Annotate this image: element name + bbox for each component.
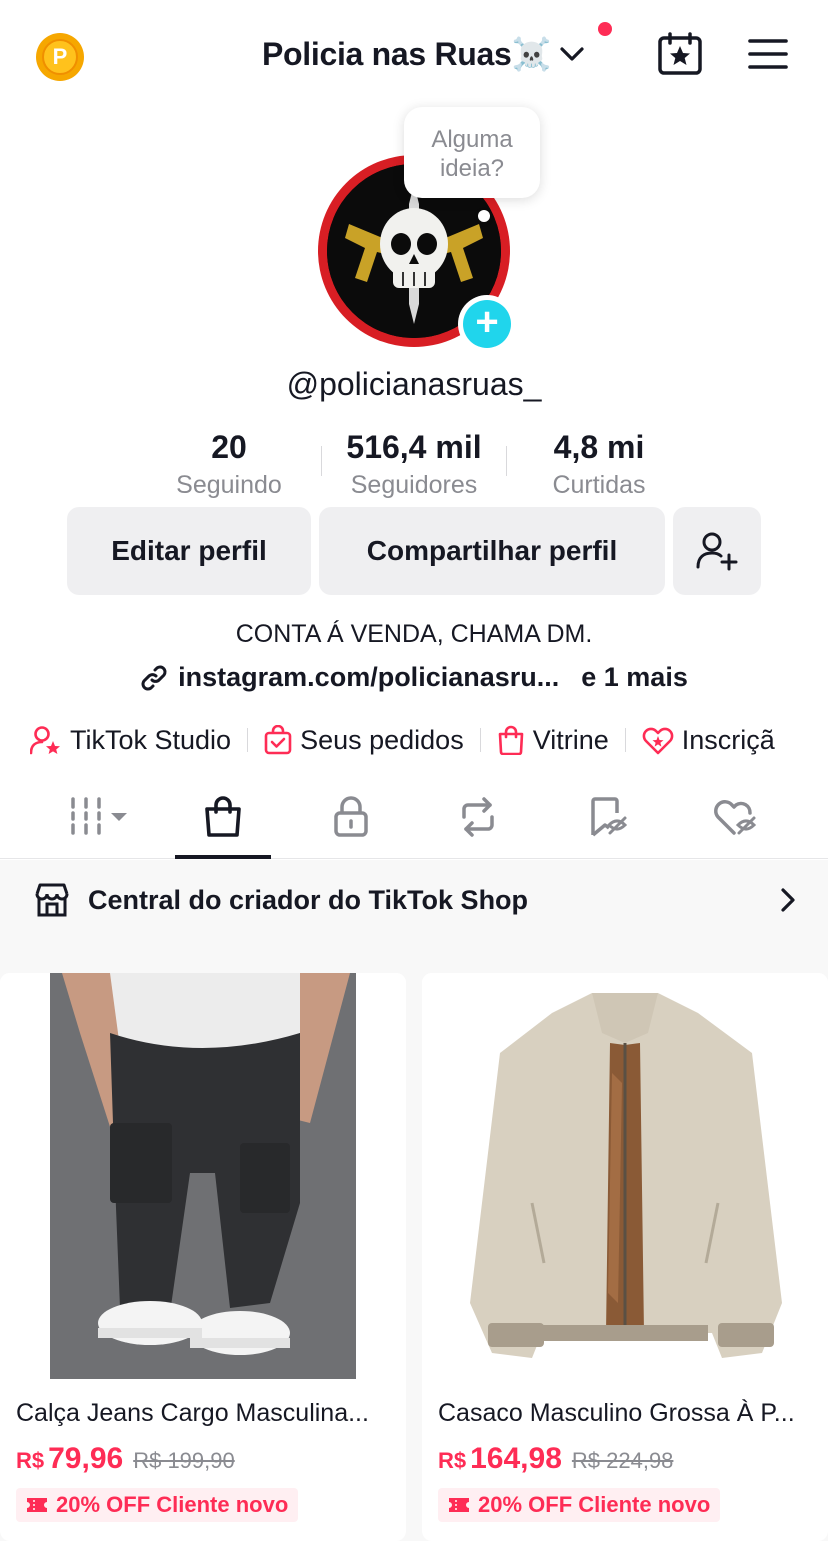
calendar-star-icon[interactable] (656, 32, 704, 76)
tab-shop[interactable] (175, 795, 271, 859)
stat-value: 516,4 mil (346, 429, 482, 465)
share-profile-label: Compartilhar perfil (366, 535, 618, 566)
shortcut-bar: TikTok Studio Seus pedidos Vitrine Inscr… (30, 718, 775, 762)
tab-reposts[interactable] (433, 795, 523, 859)
bag-check-icon (264, 725, 292, 755)
plus-icon: + (463, 300, 511, 348)
stat-followers[interactable]: 516,4 mil Seguidores (322, 428, 506, 502)
link-icon (141, 665, 167, 690)
product-card[interactable]: Calça Jeans Cargo Masculina... R$ 79,96 … (0, 973, 406, 1541)
add-story-button[interactable]: + (458, 295, 516, 353)
tab-liked[interactable] (690, 795, 780, 859)
menu-icon[interactable] (748, 38, 788, 70)
bubble-tail (478, 210, 490, 222)
edit-profile-label: Editar perfil (111, 535, 267, 566)
stat-label: Curtidas (552, 471, 646, 499)
creator-center-label: Central do criador do TikTok Shop (88, 884, 529, 915)
username: @policianasruas_ (286, 366, 542, 402)
ticket-icon (27, 1498, 47, 1512)
bio: CONTA Á VENDA, CHAMA DM. (235, 620, 593, 648)
person-add-icon (696, 532, 738, 571)
bio-link[interactable]: instagram.com/policianasru... e 1 mais (0, 662, 828, 693)
chevron-right-icon (781, 888, 795, 912)
product-card[interactable]: Casaco Masculino Grossa À P... R$ 164,98… (422, 973, 828, 1541)
shopping-bag-icon (205, 796, 241, 837)
creator-center-row[interactable]: Central do criador do TikTok Shop (0, 860, 828, 940)
link-more[interactable]: e 1 mais (581, 662, 688, 693)
lock-icon (334, 796, 368, 837)
heart-hidden-icon (714, 800, 757, 835)
shortcut-tiktok-studio[interactable]: TikTok Studio (30, 725, 231, 756)
stat-label: Seguidores (350, 471, 478, 499)
storefront-icon (35, 883, 69, 917)
divider (247, 728, 249, 752)
product-title: Casaco Masculino Grossa À P... (438, 1399, 795, 1427)
coin-p-icon: P (42, 39, 78, 75)
price: 164,98 (470, 1442, 562, 1475)
old-price: R$ 224,98 (571, 1448, 674, 1473)
divider (479, 728, 481, 752)
price: 79,96 (48, 1442, 124, 1475)
coins-button[interactable]: P (36, 33, 84, 81)
edit-profile-button[interactable]: Editar perfil (67, 507, 311, 595)
shortcut-label: TikTok Studio (70, 724, 232, 755)
page-title: Policia nas Ruas☠️ (262, 36, 552, 72)
shortcut-label: Vitrine (532, 724, 609, 755)
product-image (0, 973, 406, 1379)
price-currency: R$ (438, 1448, 467, 1473)
price-row: R$ 164,98 R$ 224,98 (438, 1442, 828, 1476)
add-friend-button[interactable] (673, 507, 761, 595)
stat-following[interactable]: 20 Seguindo (137, 428, 321, 502)
repost-icon (462, 797, 494, 837)
price-row: R$ 79,96 R$ 199,90 (16, 1442, 406, 1476)
promo-text: 20% OFF Cliente novo (478, 1492, 711, 1517)
account-switcher[interactable]: Policia nas Ruas☠️ (262, 30, 585, 78)
person-star-icon (30, 726, 60, 755)
stat-value: 20 (211, 429, 247, 465)
shopping-bag-icon (498, 725, 524, 755)
link-text: instagram.com/policianasru... (178, 662, 560, 692)
old-price: R$ 199,90 (133, 1448, 235, 1473)
note-bubble[interactable]: Alguma ideia? (404, 107, 540, 198)
shortcut-showcase[interactable]: Vitrine (497, 725, 609, 756)
tab-favorites[interactable] (562, 795, 652, 859)
product-title: Calça Jeans Cargo Masculina... (16, 1399, 369, 1427)
shortcut-orders[interactable]: Seus pedidos (264, 725, 464, 756)
stats-row: 20 Seguindo 516,4 mil Seguidores 4,8 mi … (0, 428, 828, 502)
stat-label: Seguindo (176, 471, 282, 499)
tab-private[interactable] (306, 795, 396, 859)
notification-dot (598, 22, 612, 36)
chevron-down-icon (560, 47, 584, 61)
shortcut-label: Seus pedidos (300, 724, 464, 755)
tab-videos-grid[interactable] (60, 795, 136, 859)
stat-likes[interactable]: 4,8 mi Curtidas (507, 428, 691, 502)
shortcut-label: Inscriçã (681, 724, 775, 755)
promo-text: 20% OFF Cliente novo (56, 1492, 289, 1517)
profile-tabs (0, 795, 828, 859)
share-profile-button[interactable]: Compartilhar perfil (319, 507, 665, 595)
heart-star-icon (642, 727, 674, 755)
bookmark-hidden-icon (591, 797, 628, 837)
active-tab-indicator (175, 855, 271, 859)
price-currency: R$ (16, 1448, 45, 1473)
note-bubble-text: Alguma ideia? (431, 126, 513, 182)
shortcut-subscriptions[interactable]: Inscriçã (642, 725, 775, 756)
grid-filter-icon (71, 797, 127, 835)
product-image (422, 973, 828, 1379)
promo-badge: 20% OFF Cliente novo (438, 1488, 721, 1522)
ticket-icon (449, 1498, 469, 1512)
stat-value: 4,8 mi (553, 429, 645, 465)
promo-badge: 20% OFF Cliente novo (16, 1488, 299, 1522)
divider (624, 728, 626, 752)
